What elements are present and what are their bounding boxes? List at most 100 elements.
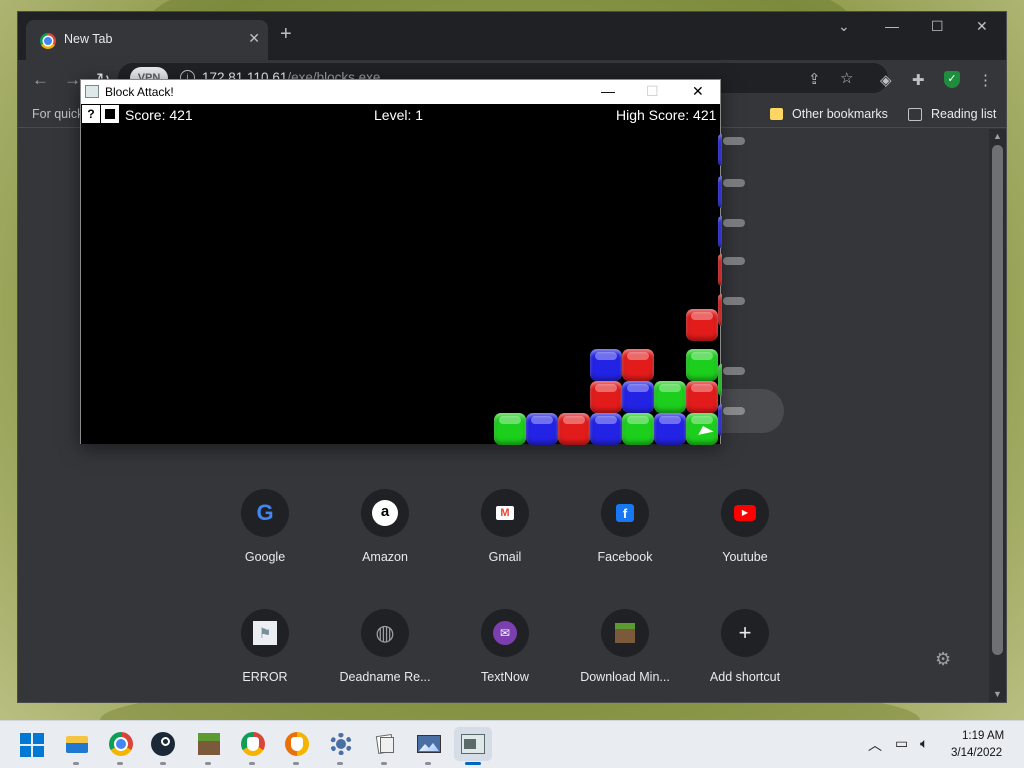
star-icon[interactable]: ☆ — [840, 69, 853, 87]
tab-search-icon[interactable]: ⌄ — [838, 18, 850, 35]
files-icon[interactable] — [372, 731, 398, 757]
shortcut-amazon[interactable]: a Amazon — [330, 489, 440, 589]
clock-time[interactable]: 1:19 AM — [962, 730, 1004, 742]
block-blue[interactable] — [526, 413, 558, 445]
block-blue[interactable] — [718, 216, 745, 248]
game-board[interactable]: ? Score: 421 Level: 1 High Score: 421 — [81, 104, 745, 445]
block-blue[interactable] — [718, 134, 745, 166]
facebook-icon: f — [601, 489, 649, 537]
chrome-alt-icon[interactable] — [240, 731, 266, 757]
game-maximize-button: ☐ — [646, 83, 659, 99]
extensions-icon[interactable]: ✚ — [912, 71, 925, 89]
google-icon: G — [241, 489, 289, 537]
other-bookmarks[interactable]: Other bookmarks — [792, 107, 888, 121]
menu-icon[interactable]: ⋮ — [978, 71, 993, 89]
chrome-favicon-icon — [40, 33, 56, 49]
block-red[interactable] — [590, 381, 622, 413]
block-attack-icon[interactable] — [454, 727, 492, 761]
bookmarks-hint: For quick — [32, 107, 84, 121]
block-blue[interactable] — [718, 176, 745, 208]
shield-icon[interactable]: ✓ — [944, 71, 960, 88]
block-blue[interactable] — [718, 404, 745, 436]
maximize-button[interactable]: ☐ — [931, 18, 944, 35]
stop-button[interactable] — [101, 105, 119, 123]
chrome-icon[interactable] — [108, 731, 134, 757]
share-icon[interactable]: ⇪ — [808, 70, 821, 88]
customize-icon[interactable]: ⚙ — [935, 649, 951, 670]
shortcut-label: Gmail — [488, 550, 522, 564]
taskbar-indicator — [293, 762, 299, 765]
block-red[interactable] — [686, 381, 718, 413]
block-red[interactable] — [686, 309, 718, 341]
error-icon: ⚑ — [241, 609, 289, 657]
game-window-title: Block Attack! — [105, 85, 174, 99]
block-red[interactable] — [622, 349, 654, 381]
taskbar: ︿ ▭ 🔈︎ 1:19 AM 3/14/2022 — [0, 720, 1024, 768]
steam-icon[interactable] — [150, 731, 176, 757]
shortcut-label: Facebook — [597, 550, 653, 564]
scroll-up-icon[interactable]: ▲ — [993, 131, 1002, 141]
game-titlebar[interactable]: Block Attack! — ☐ ✕ — [81, 80, 720, 104]
block-green[interactable] — [718, 364, 745, 396]
shortcut-error[interactable]: ⚑ ERROR — [210, 609, 320, 709]
block-green[interactable] — [622, 413, 654, 445]
block-blue[interactable] — [622, 381, 654, 413]
photos-icon[interactable] — [416, 731, 442, 757]
shortcut-label: Add shortcut — [709, 670, 781, 684]
help-button[interactable]: ? — [82, 105, 100, 123]
shortcut-label: Deadname Re... — [339, 670, 431, 684]
scroll-thumb[interactable] — [992, 145, 1003, 655]
game-minimize-button[interactable]: — — [601, 83, 615, 99]
shortcut-facebook[interactable]: f Facebook — [570, 489, 680, 589]
shortcut-label: Amazon — [362, 550, 408, 564]
settings-icon[interactable] — [328, 731, 354, 757]
chevron-up-icon[interactable]: ︿ — [868, 735, 882, 755]
youtube-icon: ▶ — [721, 489, 769, 537]
block-red[interactable] — [558, 413, 590, 445]
block-green[interactable] — [686, 349, 718, 381]
block-blue[interactable] — [590, 413, 622, 445]
block-blue[interactable] — [654, 413, 686, 445]
network-icon[interactable]: ▭ — [895, 735, 908, 752]
minimize-button[interactable]: — — [885, 18, 899, 34]
windows-start-icon[interactable] — [20, 733, 44, 757]
block-green[interactable] — [494, 413, 526, 445]
minecraft-icon[interactable] — [196, 731, 222, 757]
back-icon[interactable]: ← — [32, 70, 49, 90]
high-score-label: High Score: 421 — [616, 107, 717, 123]
shortcut-google[interactable]: G Google — [210, 489, 320, 589]
amazon-icon: a — [361, 489, 409, 537]
volume-icon[interactable]: 🔈︎ — [920, 735, 928, 752]
app-icon — [85, 85, 99, 98]
page-scrollbar[interactable]: ▲ ▼ — [989, 129, 1006, 702]
clock-date[interactable]: 3/14/2022 — [951, 747, 1002, 759]
add-shortcut-button[interactable]: + Add shortcut — [690, 609, 800, 709]
shortcut-gmail[interactable]: M Gmail — [450, 489, 560, 589]
block-blue[interactable] — [590, 349, 622, 381]
adblock-icon[interactable]: ◈ — [880, 71, 892, 89]
forward-icon[interactable]: → — [64, 70, 81, 90]
gmail-icon: M — [481, 489, 529, 537]
game-close-button[interactable]: ✕ — [692, 83, 704, 100]
block-red[interactable] — [718, 254, 745, 286]
plus-icon: + — [721, 609, 769, 657]
minecraft-icon — [601, 609, 649, 657]
close-button[interactable]: ✕ — [976, 18, 988, 35]
tab-new-tab[interactable]: New Tab ✕ — [26, 20, 268, 60]
shortcut-label: ERROR — [242, 670, 288, 684]
shortcut-deadname[interactable]: ◍ Deadname Re... — [330, 609, 440, 709]
reading-list[interactable]: Reading list — [931, 107, 996, 121]
shortcut-youtube[interactable]: ▶ Youtube — [690, 489, 800, 589]
shortcut-download-minecraft[interactable]: Download Min... — [570, 609, 680, 709]
taskbar-indicator — [337, 762, 343, 765]
stop-icon — [105, 109, 115, 119]
block-red[interactable] — [718, 294, 745, 326]
scroll-down-icon[interactable]: ▼ — [993, 689, 1002, 699]
block-green[interactable] — [654, 381, 686, 413]
new-tab-button[interactable]: + — [280, 24, 292, 44]
file-explorer-icon[interactable] — [64, 731, 90, 757]
shortcut-textnow[interactable]: ✉ TextNow — [450, 609, 560, 709]
tab-close-icon[interactable]: ✕ — [248, 30, 260, 47]
globe-icon: ◍ — [361, 609, 409, 657]
brave-icon[interactable] — [284, 731, 310, 757]
